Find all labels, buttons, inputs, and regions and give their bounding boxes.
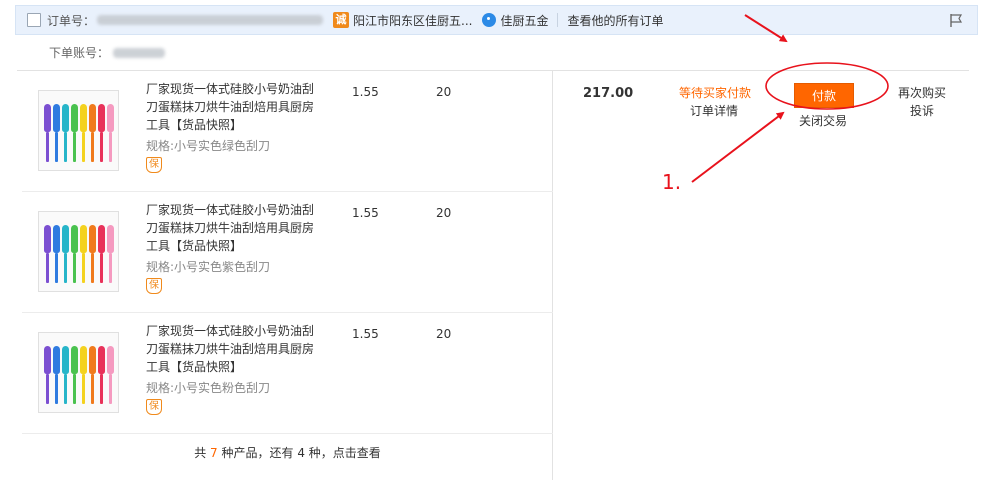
product-spec: 规格:小号实色粉色刮刀 bbox=[146, 381, 271, 395]
quantity: 20 bbox=[436, 206, 452, 220]
annotation-label: 1. bbox=[662, 170, 682, 194]
spatula-image bbox=[43, 104, 51, 162]
spatula-image bbox=[70, 346, 78, 404]
spatula-image bbox=[43, 346, 51, 404]
product-count: 7 bbox=[210, 446, 218, 460]
order-item: 厂家现货一体式硅胶小号奶油刮刀蛋糕抹刀烘牛油刮焙用具厨房工具【货品快照】 规格:… bbox=[22, 71, 553, 192]
spatula-image bbox=[52, 225, 60, 283]
close-trade-link[interactable]: 关闭交易 bbox=[799, 112, 847, 129]
complain-link[interactable]: 投诉 bbox=[910, 102, 934, 119]
order-header: 订单号： 诚 阳江市阳东区佳厨五... 佳厨五金 查看他的所有订单 bbox=[15, 5, 978, 35]
product-thumbnail[interactable] bbox=[38, 211, 119, 292]
unit-price: 1.55 bbox=[352, 85, 379, 99]
spatula-image bbox=[70, 225, 78, 283]
buyer-account-row: 下单账号： bbox=[49, 44, 166, 61]
shop-name-link[interactable]: 阳江市阳东区佳厨五... bbox=[353, 12, 472, 29]
order-item: 厂家现货一体式硅胶小号奶油刮刀蛋糕抹刀烘牛油刮焙用具厨房工具【货品快照】 规格:… bbox=[22, 192, 553, 313]
snapshot-link[interactable]: 【货品快照】 bbox=[170, 118, 242, 132]
spatula-image bbox=[61, 104, 69, 162]
spatula-image bbox=[79, 104, 87, 162]
wangwang-chat-icon[interactable] bbox=[482, 13, 497, 27]
header-divider bbox=[557, 13, 559, 27]
order-number-redacted bbox=[97, 15, 324, 25]
order-status: 等待买家付款 bbox=[679, 86, 752, 100]
product-spec: 规格:小号实色绿色刮刀 bbox=[146, 139, 271, 153]
order-detail-link[interactable]: 订单详情 bbox=[690, 102, 738, 119]
pay-button[interactable]: 付款 bbox=[794, 83, 854, 108]
spatula-image bbox=[43, 225, 51, 283]
rebuy-link[interactable]: 再次购买 bbox=[898, 84, 946, 101]
spatula-image bbox=[88, 346, 96, 404]
flag-icon[interactable] bbox=[949, 13, 963, 28]
buyer-account-label: 下单账号： bbox=[49, 46, 110, 60]
order-item: 厂家现货一体式硅胶小号奶油刮刀蛋糕抹刀烘牛油刮焙用具厨房工具【货品快照】 规格:… bbox=[22, 313, 553, 434]
spatula-image bbox=[52, 104, 60, 162]
cheng-xin-icon: 诚 bbox=[333, 12, 350, 28]
spatula-image bbox=[106, 104, 114, 162]
guarantee-icon: 保 bbox=[146, 157, 162, 173]
spatula-image bbox=[106, 225, 114, 283]
snapshot-link[interactable]: 【货品快照】 bbox=[170, 239, 242, 253]
product-spec: 规格:小号实色紫色刮刀 bbox=[146, 260, 271, 274]
spatula-image bbox=[88, 225, 96, 283]
spatula-image bbox=[97, 346, 105, 404]
spatula-image bbox=[52, 346, 60, 404]
unit-price: 1.55 bbox=[352, 327, 379, 341]
product-title-link[interactable]: 厂家现货一体式硅胶小号奶油刮刀蛋糕抹刀烘牛油刮焙用具厨房工具【货品快照】 bbox=[146, 80, 321, 134]
guarantee-icon: 保 bbox=[146, 399, 162, 415]
product-title-link[interactable]: 厂家现货一体式硅胶小号奶油刮刀蛋糕抹刀烘牛油刮焙用具厨房工具【货品快照】 bbox=[146, 201, 321, 255]
seller-name-link[interactable]: 佳厨五金 bbox=[500, 12, 548, 29]
buyer-account-redacted bbox=[113, 47, 166, 58]
order-number-label: 订单号： bbox=[47, 13, 96, 28]
all-orders-link[interactable]: 查看他的所有订单 bbox=[567, 12, 663, 29]
snapshot-link[interactable]: 【货品快照】 bbox=[170, 360, 242, 374]
guarantee-icon: 保 bbox=[146, 278, 162, 294]
unit-price: 1.55 bbox=[352, 206, 379, 220]
spatula-image bbox=[61, 225, 69, 283]
spatula-image bbox=[79, 225, 87, 283]
quantity: 20 bbox=[436, 85, 452, 99]
quantity: 20 bbox=[436, 327, 452, 341]
spatula-image bbox=[97, 225, 105, 283]
order-total: 217.00 bbox=[583, 86, 634, 101]
spatula-image bbox=[79, 346, 87, 404]
product-thumbnail[interactable] bbox=[38, 90, 119, 171]
spatula-image bbox=[106, 346, 114, 404]
spatula-image bbox=[97, 104, 105, 162]
spatula-image bbox=[61, 346, 69, 404]
product-thumbnail[interactable] bbox=[38, 332, 119, 413]
product-title-link[interactable]: 厂家现货一体式硅胶小号奶油刮刀蛋糕抹刀烘牛油刮焙用具厨房工具【货品快照】 bbox=[146, 322, 321, 376]
order-checkbox[interactable] bbox=[27, 13, 41, 27]
spatula-image bbox=[88, 104, 96, 162]
order-items: 厂家现货一体式硅胶小号奶油刮刀蛋糕抹刀烘牛油刮焙用具厨房工具【货品快照】 规格:… bbox=[22, 71, 553, 480]
spatula-image bbox=[70, 104, 78, 162]
more-products-link[interactable]: 共 7 种产品，还有 4 种，点击查看 bbox=[22, 444, 553, 461]
